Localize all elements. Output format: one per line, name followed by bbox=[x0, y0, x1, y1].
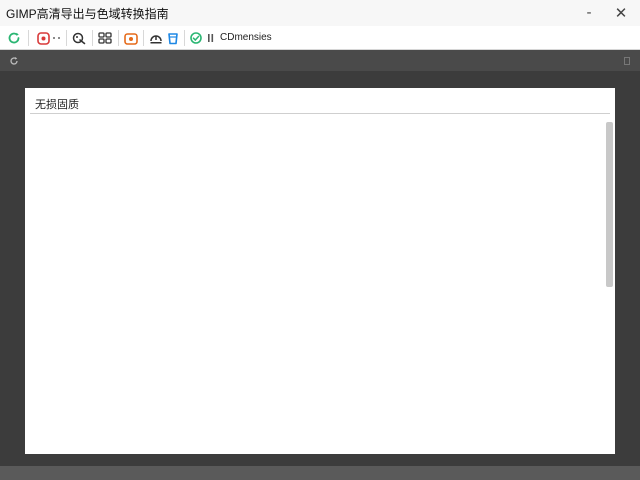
camera-button[interactable] bbox=[123, 29, 139, 47]
refresh-button[interactable] bbox=[6, 29, 22, 47]
workspace-footer bbox=[0, 466, 640, 480]
refresh-icon bbox=[8, 32, 20, 44]
pause-button[interactable] bbox=[205, 29, 217, 47]
scrollbar-thumb[interactable] bbox=[606, 122, 613, 287]
window-title: GIMP高清导出与色域转换指南 bbox=[6, 7, 169, 21]
record-icon bbox=[36, 31, 50, 45]
bucket-icon bbox=[168, 32, 178, 44]
toolbar-separator bbox=[66, 30, 67, 46]
title-bar: GIMP高清导出与色域转换指南 - ✕ bbox=[0, 0, 640, 26]
toolbar-separator bbox=[118, 30, 119, 46]
eject-icon bbox=[150, 34, 162, 43]
toolbar-separator bbox=[184, 30, 185, 46]
check-icon bbox=[190, 32, 202, 44]
toolbar-separator bbox=[28, 30, 29, 46]
panel-toggle-icon[interactable] bbox=[624, 57, 630, 65]
confirm-button[interactable] bbox=[189, 29, 203, 47]
bucket-button[interactable] bbox=[166, 29, 180, 47]
panel-title: 无损固质 bbox=[35, 99, 79, 111]
sync-icon[interactable] bbox=[9, 56, 19, 66]
content-panel: 无损固质 bbox=[25, 88, 615, 454]
layers-button[interactable] bbox=[97, 29, 113, 47]
dots-icon bbox=[53, 37, 60, 39]
workspace-header bbox=[0, 50, 640, 71]
dimensions-label[interactable]: CDmensies bbox=[220, 32, 272, 43]
layers-icon bbox=[98, 32, 112, 44]
panel-divider bbox=[30, 113, 610, 114]
more-options[interactable] bbox=[51, 29, 63, 47]
paint-button[interactable] bbox=[71, 29, 87, 47]
toolbar-separator bbox=[143, 30, 144, 46]
pause-icon bbox=[208, 34, 214, 42]
record-button[interactable] bbox=[35, 29, 51, 47]
close-button[interactable]: ✕ bbox=[612, 4, 630, 22]
minimize-button[interactable]: - bbox=[580, 4, 598, 22]
eject-button[interactable] bbox=[148, 29, 164, 47]
paint-icon bbox=[72, 32, 86, 45]
toolbar-separator bbox=[92, 30, 93, 46]
toolbar: CDmensies bbox=[0, 26, 640, 50]
camera-icon bbox=[124, 32, 138, 45]
